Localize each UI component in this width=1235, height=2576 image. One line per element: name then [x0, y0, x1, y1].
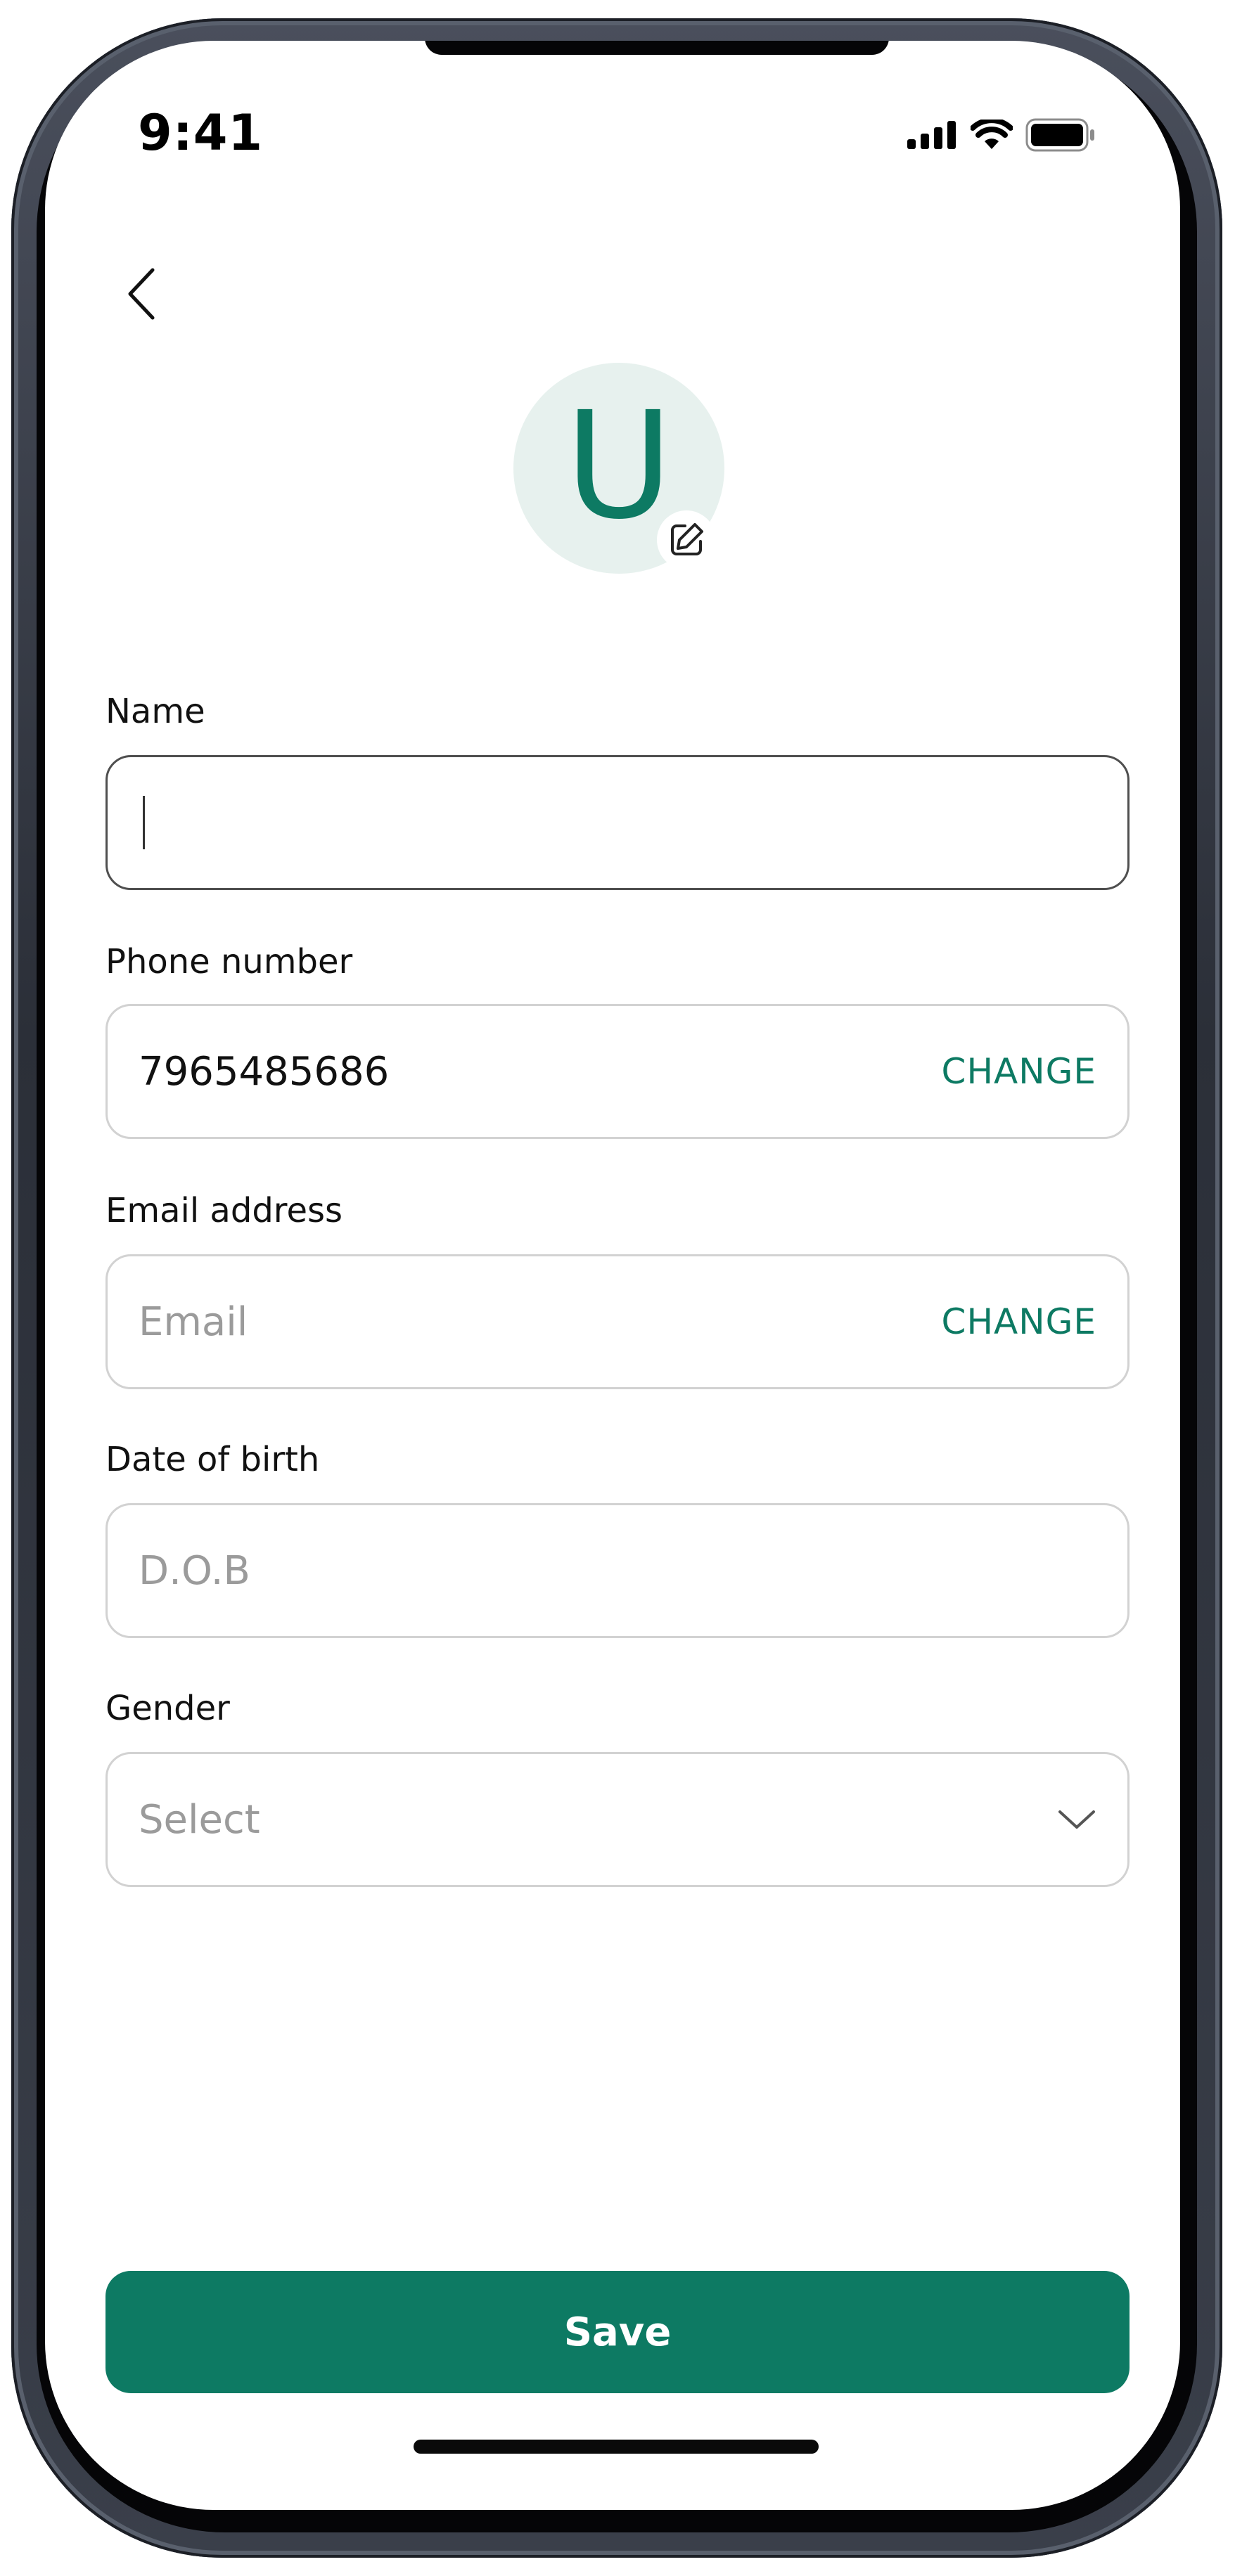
dob-field[interactable]: D.O.B: [105, 1503, 1130, 1638]
name-field[interactable]: [105, 755, 1130, 890]
change-phone-button[interactable]: CHANGE: [942, 1051, 1096, 1092]
dob-placeholder: D.O.B: [139, 1547, 250, 1594]
phone-field[interactable]: 7965485686 CHANGE: [105, 1004, 1130, 1139]
back-button[interactable]: [110, 255, 173, 333]
save-button[interactable]: Save: [105, 2271, 1130, 2393]
edit-avatar-button[interactable]: [657, 510, 716, 569]
text-caret: [143, 796, 145, 849]
gender-label: Gender: [105, 1689, 230, 1728]
status-time: 9:41: [138, 104, 264, 162]
phone-label: Phone number: [105, 942, 353, 981]
chevron-down-icon: [1058, 1810, 1095, 1829]
home-indicator: [414, 2440, 819, 2454]
edit-icon: [671, 523, 703, 555]
email-placeholder: Email: [139, 1299, 248, 1345]
status-icons: [907, 117, 1096, 155]
dob-label: Date of birth: [105, 1440, 320, 1479]
phone-value: 7965485686: [139, 1048, 390, 1095]
avatar-initial: U: [565, 380, 673, 552]
gender-placeholder: Select: [139, 1796, 260, 1843]
gender-select[interactable]: Select: [105, 1752, 1130, 1887]
wifi-icon: [970, 117, 1013, 153]
email-field[interactable]: Email CHANGE: [105, 1254, 1130, 1389]
change-email-button[interactable]: CHANGE: [942, 1301, 1096, 1342]
sensor-housing: [425, 41, 889, 55]
name-label: Name: [105, 692, 205, 731]
chevron-left-icon: [128, 268, 155, 320]
email-label: Email address: [105, 1191, 343, 1230]
app-screen: 9:41 U Name Phone number 7965485686 CHAN…: [45, 41, 1180, 2510]
battery-icon: [1025, 118, 1096, 155]
cellular-signal-icon: [907, 121, 958, 152]
